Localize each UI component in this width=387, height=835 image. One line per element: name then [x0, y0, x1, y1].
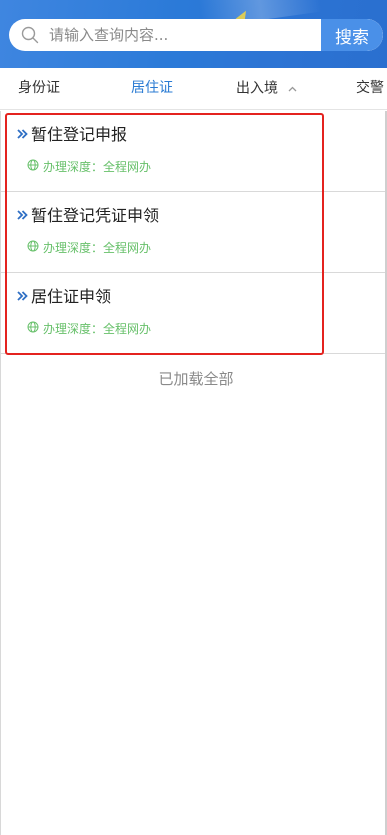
- item-meta-text: 办理深度：全程网办: [43, 241, 152, 255]
- item-title-row: 暂住登记凭证申领: [17, 202, 159, 226]
- search-icon: [15, 19, 45, 51]
- tab-id-card[interactable]: 身份证: [18, 68, 60, 109]
- tab-label: 居住证: [131, 80, 173, 96]
- globe-icon: [27, 321, 39, 336]
- search-button[interactable]: 搜索: [321, 19, 383, 51]
- tab-exit-entry[interactable]: 出入境: [236, 68, 297, 109]
- search-bar: 搜索: [9, 19, 383, 51]
- item-meta: 办理深度：全程网办: [27, 320, 151, 337]
- tab-traffic-police[interactable]: 交警: [356, 68, 384, 109]
- tab-label: 身份证: [18, 80, 60, 96]
- tab-label: 出入境: [236, 80, 278, 97]
- double-chevron-right-icon: [17, 205, 28, 224]
- item-title: 暂住登记凭证申领: [31, 206, 160, 225]
- double-chevron-right-icon: [17, 124, 28, 143]
- tab-label: 交警: [356, 80, 384, 96]
- item-meta-text: 办理深度：全程网办: [43, 160, 152, 174]
- list-item[interactable]: 暂住登记凭证申领 办理深度：全程网办: [1, 192, 385, 273]
- item-meta: 办理深度：全程网办: [27, 239, 151, 256]
- list-item[interactable]: 居住证申领 办理深度：全程网办: [1, 273, 385, 354]
- item-title-row: 居住证申领: [17, 283, 111, 307]
- double-chevron-right-icon: [17, 286, 28, 305]
- item-meta-text: 办理深度：全程网办: [43, 322, 152, 336]
- page: 搜索 身份证 居住证 出入境 交警: [0, 0, 387, 835]
- service-list: 暂住登记申报 办理深度：全程网办 暂住登记凭证申领 办理深度：全程网办 居住证申…: [0, 111, 387, 835]
- header: 搜索: [0, 0, 387, 68]
- list-item[interactable]: 暂住登记申报 办理深度：全程网办: [1, 111, 385, 192]
- search-input[interactable]: [45, 19, 321, 51]
- chevron-up-icon: [288, 68, 297, 109]
- category-tabs: 身份证 居住证 出入境 交警: [0, 68, 387, 110]
- globe-icon: [27, 159, 39, 174]
- load-complete-text: 已加载全部: [158, 370, 234, 388]
- globe-icon: [27, 240, 39, 255]
- tab-residence-permit[interactable]: 居住证: [131, 68, 173, 109]
- item-title: 居住证申领: [31, 287, 112, 306]
- item-meta: 办理深度：全程网办: [27, 158, 151, 175]
- item-title: 暂住登记申报: [31, 125, 128, 144]
- item-title-row: 暂住登记申报: [17, 121, 127, 145]
